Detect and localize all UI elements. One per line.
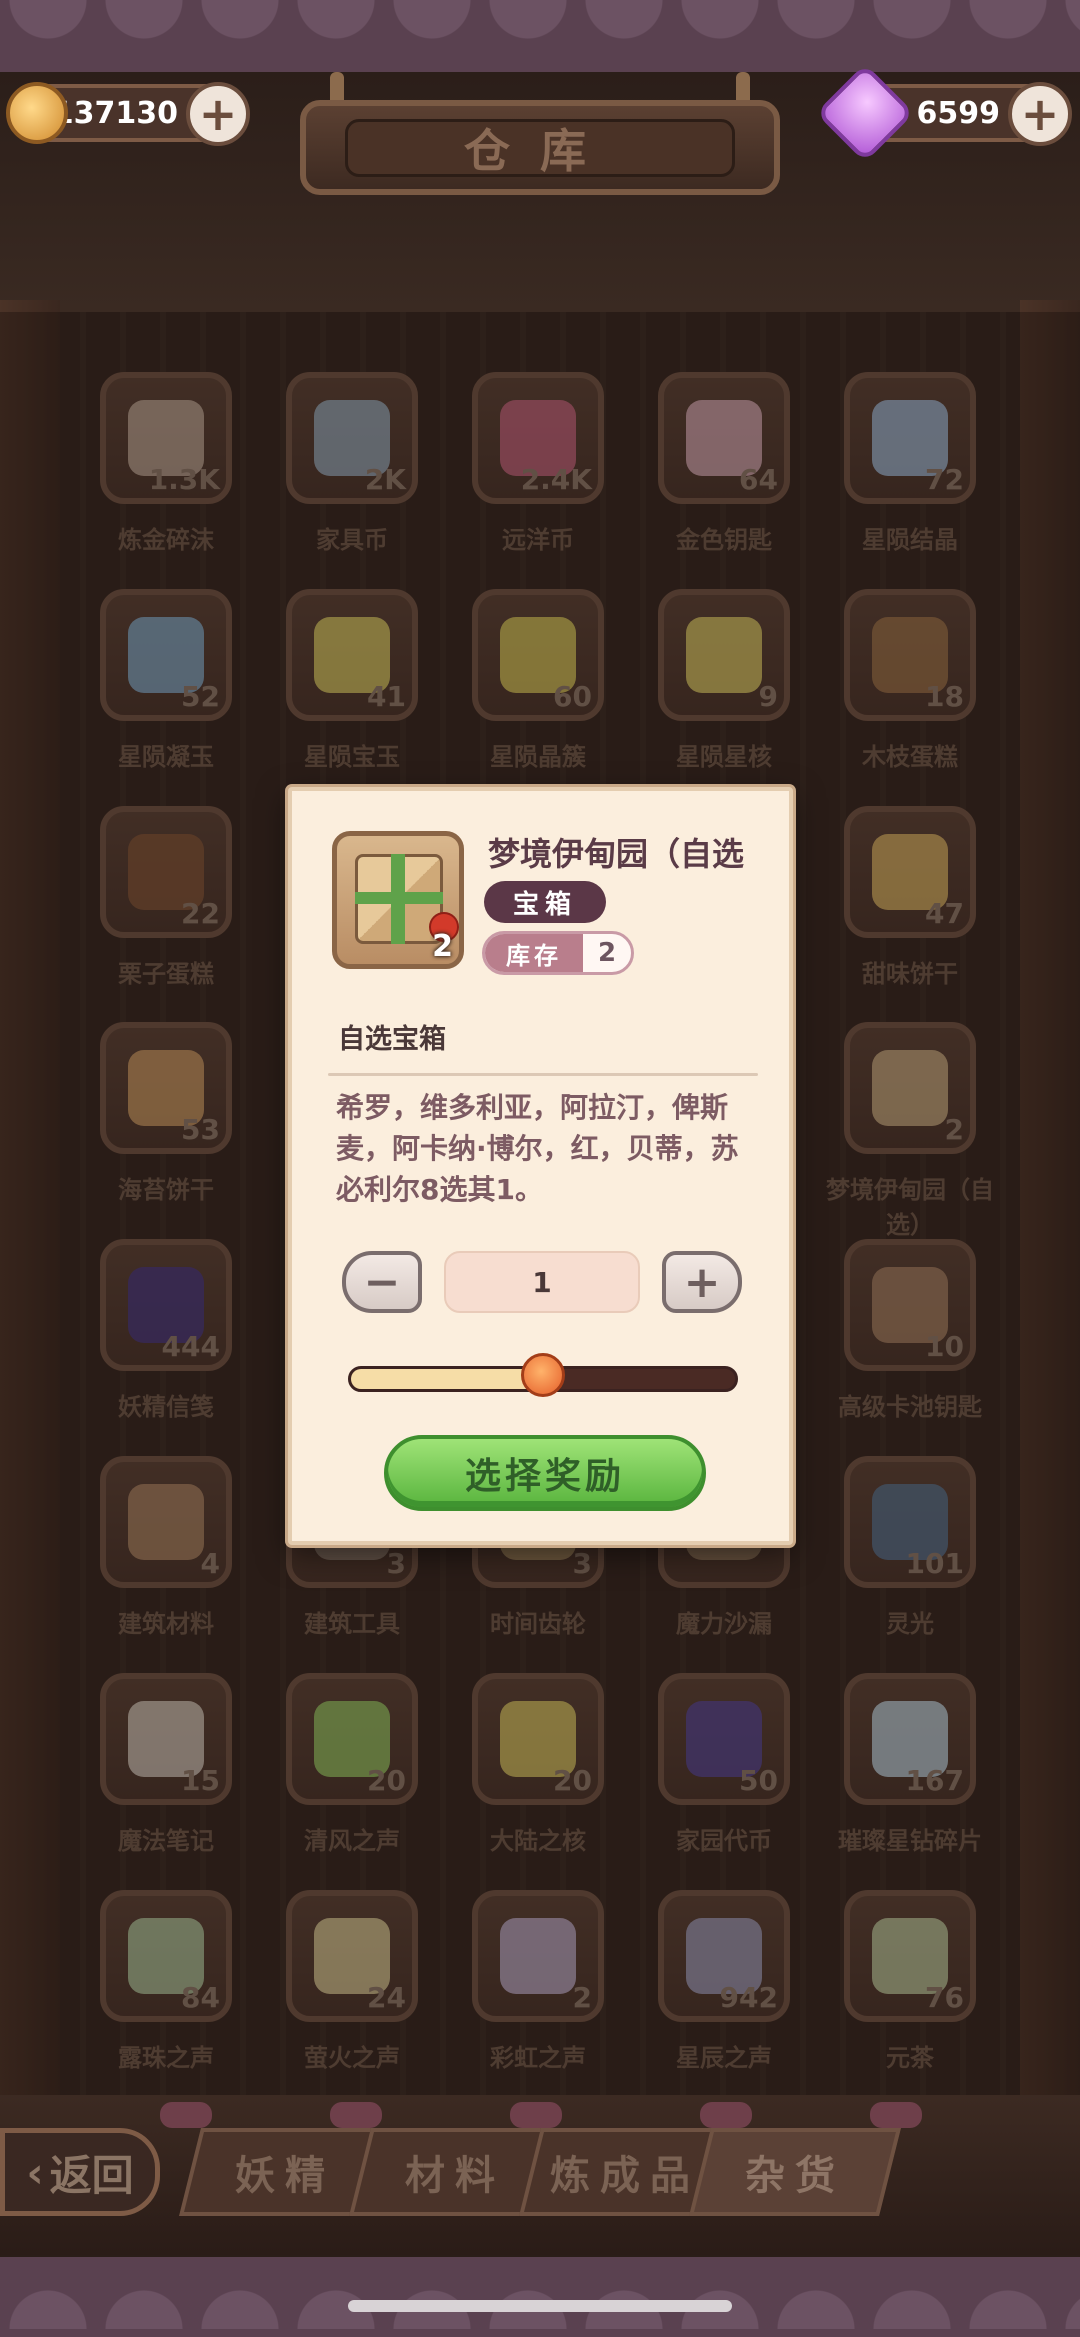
tab-label: 杂货 xyxy=(745,2153,845,2199)
tab-label: 材料 xyxy=(405,2153,505,2199)
gold-value: 137130 xyxy=(52,95,178,131)
add-gold-button[interactable]: + xyxy=(186,82,250,146)
minus-icon: − xyxy=(363,1256,401,1308)
title-plaque: 仓库 xyxy=(300,100,780,195)
stock-label: 库存 xyxy=(485,934,583,972)
back-button[interactable]: ‹ 返回 xyxy=(0,2128,160,2216)
bow-icon xyxy=(700,2102,752,2128)
description-title: 自选宝箱 xyxy=(338,1024,446,1055)
page-title: 仓库 xyxy=(345,118,735,178)
item-icon-frame: 2 xyxy=(332,831,464,969)
gem-counter: 6599 + xyxy=(815,63,1072,163)
increase-button[interactable]: + xyxy=(662,1251,742,1313)
select-reward-button[interactable]: 选择奖励 xyxy=(384,1435,706,1511)
home-indicator[interactable] xyxy=(348,2300,732,2312)
type-badge: 宝箱 xyxy=(484,881,606,923)
plus-icon: + xyxy=(683,1256,721,1308)
slider-thumb-flower-icon[interactable] xyxy=(521,1353,565,1397)
tab-label: 妖精 xyxy=(235,2153,335,2199)
gem-value: 6599 xyxy=(916,95,1001,131)
divider xyxy=(328,1073,758,1076)
bow-icon xyxy=(160,2102,212,2128)
item-detail-modal: 2 梦境伊甸园（自选 宝箱 库存 2 自选宝箱 希罗，维多利亚，阿拉汀，俾斯麦，… xyxy=(288,787,793,1545)
add-gem-button[interactable]: + xyxy=(1008,82,1072,146)
coin-icon xyxy=(6,82,68,144)
ribbon-icon xyxy=(355,892,443,904)
item-qty: 2 xyxy=(432,929,453,964)
quantity-field[interactable]: 1 xyxy=(444,1251,640,1313)
stock-indicator: 库存 2 xyxy=(482,931,634,975)
tab-misc[interactable]: 杂货 xyxy=(689,2128,901,2216)
bottom-border xyxy=(0,2257,1080,2337)
bow-icon xyxy=(870,2102,922,2128)
quantity-stepper: − 1 + xyxy=(342,1251,752,1315)
tab-label: 炼成品 xyxy=(550,2153,700,2199)
top-border xyxy=(0,0,1080,72)
description-body: 希罗，维多利亚，阿拉汀，俾斯麦，阿卡纳·博尔，红，贝蒂，苏必利尔8选其1。 xyxy=(336,1091,739,1206)
item-name: 梦境伊甸园（自选 xyxy=(488,835,745,873)
gold-counter: 137130 + xyxy=(6,82,250,146)
slider-fill xyxy=(351,1369,543,1389)
stock-value: 2 xyxy=(597,938,617,968)
chevron-left-icon: ‹ xyxy=(26,2147,44,2197)
decrease-button[interactable]: − xyxy=(342,1251,422,1313)
back-label: 返回 xyxy=(49,2150,134,2200)
bow-icon xyxy=(330,2102,382,2128)
bow-icon xyxy=(510,2102,562,2128)
